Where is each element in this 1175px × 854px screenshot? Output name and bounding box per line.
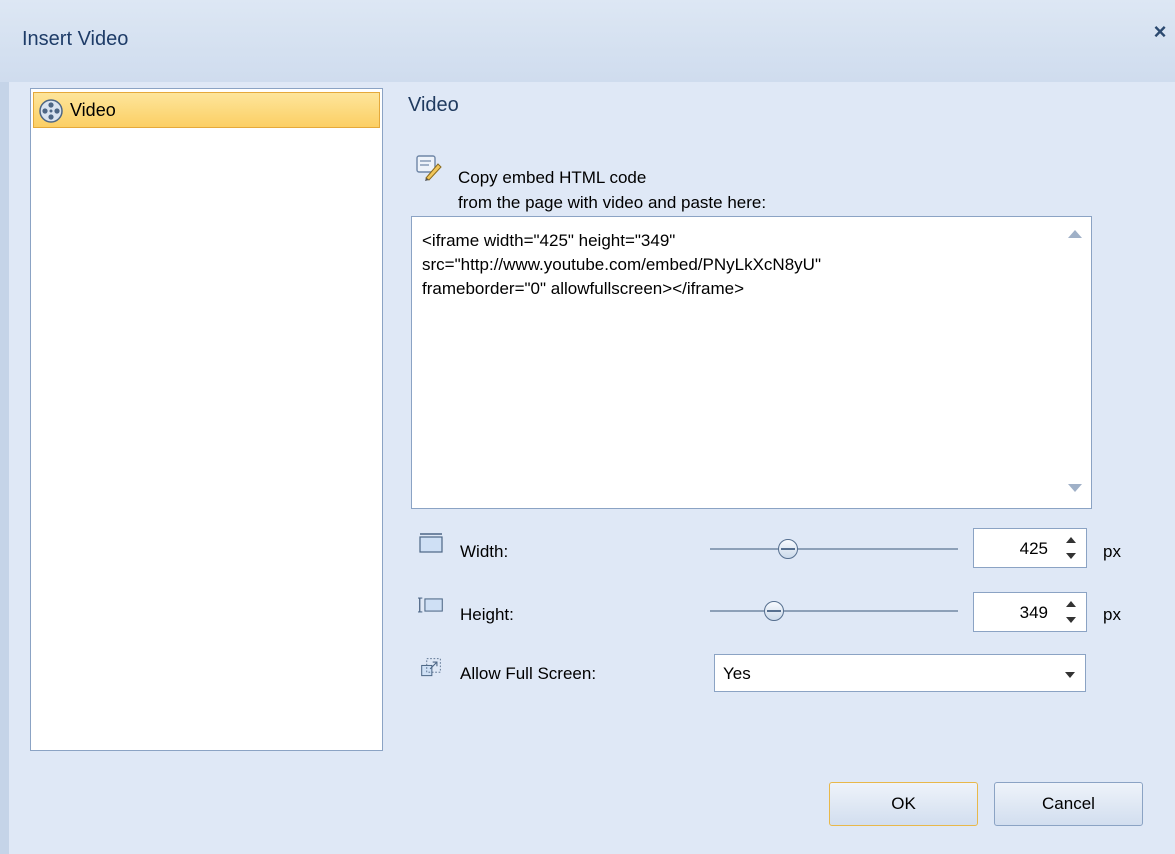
ok-button[interactable]: OK — [829, 782, 978, 826]
chevron-down-icon[interactable] — [1065, 672, 1075, 678]
scroll-down-icon[interactable] — [1068, 484, 1082, 492]
vertical-scrollbar[interactable] — [1060, 218, 1090, 507]
width-value[interactable]: 425 — [1020, 539, 1048, 559]
scroll-up-icon[interactable] — [1068, 230, 1082, 238]
height-label: Height: — [460, 605, 514, 624]
tree-item-video[interactable]: Video — [33, 92, 380, 128]
category-tree: Video — [30, 88, 383, 751]
film-reel-icon — [39, 99, 63, 123]
height-icon — [418, 597, 443, 613]
embed-code-textarea[interactable]: <iframe width="425" height="349" src="ht… — [411, 216, 1092, 509]
window-border — [0, 82, 9, 854]
embed-instruction: Copy embed HTML code — [458, 168, 647, 187]
fullscreen-select[interactable]: Yes — [714, 654, 1086, 692]
section-title: Video — [408, 94, 459, 116]
close-icon[interactable]: × — [1148, 20, 1172, 44]
dialog-title: Insert Video — [22, 28, 129, 50]
fullscreen-label: Allow Full Screen: — [460, 664, 597, 683]
height-slider-thumb[interactable] — [764, 601, 784, 621]
title-bar: Insert Video × — [0, 0, 1175, 82]
height-spinner[interactable]: 349 — [973, 592, 1087, 632]
fullscreen-value[interactable]: Yes — [723, 664, 751, 684]
height-value[interactable]: 349 — [1020, 603, 1048, 623]
width-slider-track[interactable] — [710, 548, 958, 550]
spin-up-icon[interactable] — [1066, 601, 1076, 607]
spin-down-icon[interactable] — [1066, 553, 1076, 559]
fullscreen-icon — [421, 658, 441, 677]
embed-code-text[interactable]: <iframe width="425" height="349" src="ht… — [422, 229, 1052, 301]
edit-note-icon — [416, 155, 442, 181]
tree-item-label: Video — [70, 100, 116, 120]
cancel-button[interactable]: Cancel — [994, 782, 1143, 826]
height-slider-track[interactable] — [710, 610, 958, 612]
width-label: Width: — [460, 542, 509, 561]
width-slider-thumb[interactable] — [778, 539, 798, 559]
width-spinner[interactable]: 425 — [973, 528, 1087, 568]
spin-up-icon[interactable] — [1066, 537, 1076, 543]
width-icon — [419, 533, 443, 553]
width-unit: px — [1103, 542, 1121, 561]
spin-down-icon[interactable] — [1066, 617, 1076, 623]
height-unit: px — [1103, 605, 1121, 624]
embed-instruction-2: from the page with video and paste here: — [458, 193, 767, 212]
